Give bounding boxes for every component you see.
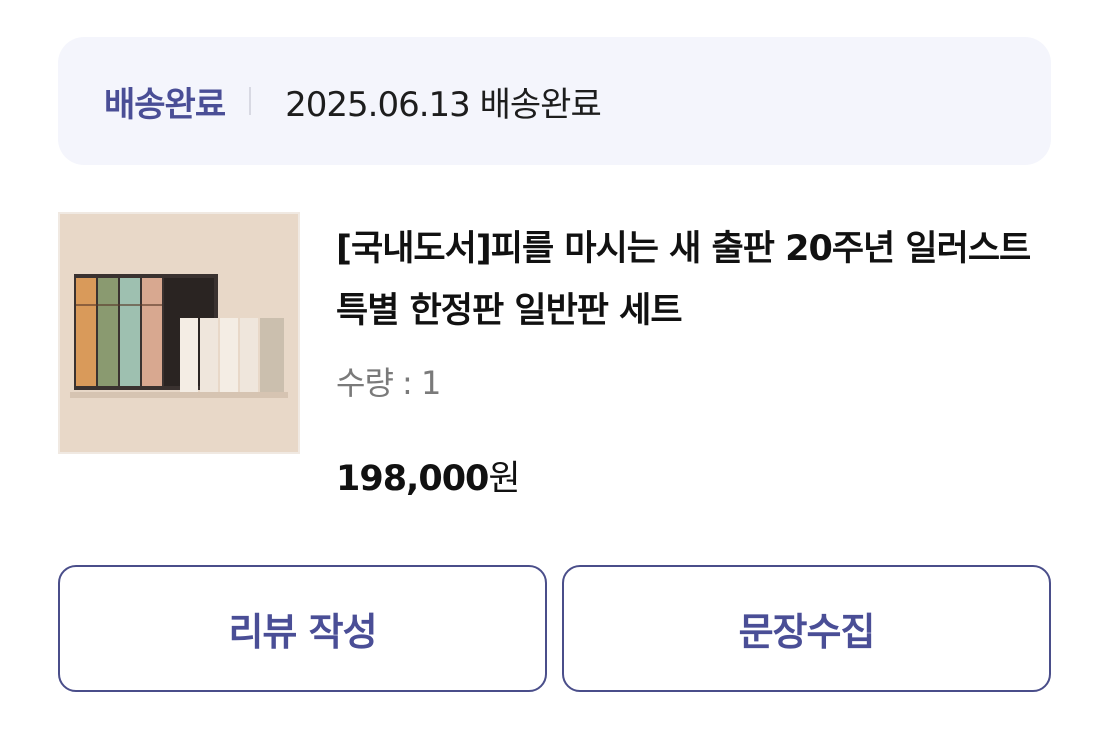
book-set-image [60, 214, 298, 452]
product-quantity: 수량 : 1 [336, 364, 441, 402]
delivery-status-bar: 배송완료 2025.06.13 배송완료 [58, 37, 1051, 165]
product-price: 198,000원 [336, 450, 521, 501]
collect-sentences-button[interactable]: 문장수집 [562, 565, 1051, 692]
order-product: [국내도서]피를 마시는 새 출판 20주년 일러스트 특별 한정판 일반판 세… [58, 212, 1051, 512]
price-unit: 원 [488, 459, 520, 499]
delivery-status-detail: 2025.06.13 배송완료 [285, 84, 602, 125]
product-title[interactable]: [국내도서]피를 마시는 새 출판 20주년 일러스트 특별 한정판 일반판 세… [336, 218, 1051, 342]
price-number: 198,000 [336, 459, 489, 499]
status-divider [249, 87, 252, 115]
delivery-status-label: 배송완료 [104, 84, 226, 125]
product-thumbnail[interactable] [58, 212, 300, 454]
write-review-button[interactable]: 리뷰 작성 [58, 565, 547, 692]
